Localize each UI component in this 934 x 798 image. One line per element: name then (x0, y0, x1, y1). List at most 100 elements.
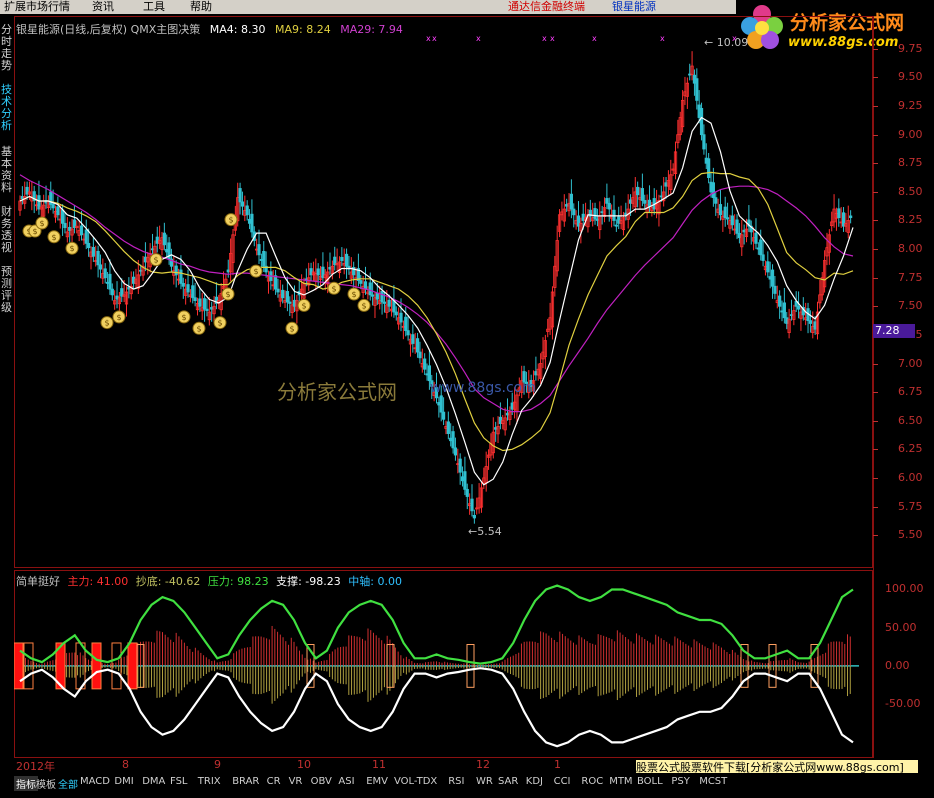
money-bag-symbol: $ (217, 319, 222, 328)
side-tab-forecast[interactable]: 预测评级 (0, 266, 13, 314)
candle-body (406, 330, 410, 336)
candle-body (418, 351, 422, 359)
money-bag-icon: $ (149, 253, 163, 267)
indicator-tab-cci[interactable]: CCI (554, 776, 571, 787)
candle-body (837, 208, 841, 219)
candle-body (730, 215, 734, 226)
candle-body (404, 316, 408, 332)
date-label: 8 (122, 758, 129, 771)
indicator-tab-rsi[interactable]: RSI (448, 776, 464, 787)
money-bag-icon: $ (192, 321, 206, 335)
indicator-tab-vr[interactable]: VR (289, 776, 303, 787)
candle-body (423, 358, 427, 370)
candle-body (399, 312, 403, 323)
side-tab-technical[interactable]: 技术分析 (0, 84, 13, 132)
money-bag-icon: $ (65, 241, 79, 255)
indicator-tab-psy[interactable]: PSY (671, 776, 690, 787)
candle-body (380, 291, 384, 303)
money-bag-symbol: $ (116, 313, 121, 322)
min-price-label: ←5.54 (468, 525, 502, 538)
indicator-tab-dmi[interactable]: DMI (114, 776, 133, 787)
menu-item-help[interactable]: 帮助 (190, 0, 212, 14)
indicator-tab-roc[interactable]: ROC (581, 776, 603, 787)
indicator-tab-模板[interactable]: 模板 (36, 776, 56, 791)
indicator-tab-fsl[interactable]: FSL (170, 776, 188, 787)
candle-body (458, 458, 462, 473)
indicator-tab-sar[interactable]: SAR (498, 776, 518, 787)
candle-body (593, 208, 597, 220)
candle-body (441, 411, 446, 420)
candle-body (285, 291, 290, 303)
candle-body (276, 288, 280, 293)
candle-body (572, 208, 576, 216)
indicator-tab-asi[interactable]: ASI (338, 776, 354, 787)
candle-body (699, 107, 704, 136)
pink-x-marker: x (426, 34, 431, 43)
indicator-tab-trix[interactable]: TRIX (198, 776, 221, 787)
money-bag-symbol: $ (331, 284, 336, 293)
candle-body (643, 200, 647, 204)
money-bag-icon: $ (347, 287, 361, 301)
app-brand: 通达信金融终端 (508, 0, 585, 13)
indicator-tab-macd[interactable]: MACD (80, 776, 110, 787)
indicator-tab-wr[interactable]: WR (476, 776, 493, 787)
indicator-tab-cr[interactable]: CR (267, 776, 281, 787)
indicator-tab-mtm[interactable]: MTM (609, 776, 632, 787)
indicator-tick-label: 50.00 (885, 620, 917, 634)
menu-item-extended-market[interactable]: 扩展市场行情 (4, 0, 70, 14)
money-bag-icon: $ (47, 230, 61, 244)
indicator-tab-vol-tdx[interactable]: VOL-TDX (394, 776, 437, 787)
candle-body (453, 447, 458, 456)
candle-body (636, 186, 640, 196)
indicator-tab-mcst[interactable]: MCST (699, 776, 727, 787)
indicator-tab-obv[interactable]: OBV (311, 776, 332, 787)
side-tab-intraday[interactable]: 分时走势 (0, 24, 13, 72)
price-tick-label: 6.50 (898, 413, 923, 427)
candle-body (470, 498, 474, 512)
candle-body (257, 244, 261, 256)
candle-body (344, 253, 349, 267)
side-tab-financials[interactable]: 财务透视 (0, 206, 13, 254)
price-tick-mark (873, 77, 878, 79)
candle-body (451, 431, 455, 449)
candle-body (174, 265, 178, 276)
menu-item-tools[interactable]: 工具 (143, 0, 165, 14)
candle-body (87, 242, 91, 249)
candle-body (773, 285, 777, 294)
price-tick-label: 9.25 (898, 99, 923, 113)
indicator-tab-brar[interactable]: BRAR (232, 776, 259, 787)
money-bag-symbol: $ (351, 290, 356, 299)
watermark-url: www.88gs.com (430, 380, 536, 396)
current-price-tag: 7.28 (873, 324, 915, 338)
candle-body (766, 261, 770, 273)
candle-body (96, 250, 100, 266)
indicator-tab-指标[interactable]: 指标 (14, 776, 38, 791)
candle-body (240, 201, 245, 207)
pink-x-marker: x (476, 34, 481, 43)
price-tick-label: 6.25 (898, 442, 923, 456)
money-bag-symbol: $ (51, 233, 56, 242)
side-tab-fundamentals[interactable]: 基本资料 (0, 146, 13, 194)
money-bag-symbol: $ (39, 219, 44, 228)
candle-body (375, 292, 379, 300)
pink-x-marker: x (432, 34, 437, 43)
candle-body (465, 488, 469, 497)
price-tick-mark (873, 535, 878, 537)
candle-body (56, 206, 60, 216)
indicator-tab-dma[interactable]: DMA (142, 776, 165, 787)
price-tick-mark (873, 306, 878, 308)
candle-body (439, 395, 443, 413)
indicator-tab-boll[interactable]: BOLL (637, 776, 663, 787)
candle-body (79, 225, 84, 236)
indicator-tab-全部[interactable]: 全部 (58, 776, 78, 791)
candle-body (702, 134, 706, 150)
date-label: 11 (372, 758, 386, 771)
money-bag-symbol: $ (301, 301, 306, 310)
indicator-tab-emv[interactable]: EMV (366, 776, 388, 787)
indicator-tab-kdj[interactable]: KDJ (526, 776, 543, 787)
price-tick-mark (873, 249, 878, 251)
candle-body (796, 305, 801, 310)
menu-item-news[interactable]: 资讯 (92, 0, 114, 14)
price-tick-mark (873, 363, 878, 365)
money-bag-symbol: $ (361, 301, 366, 310)
